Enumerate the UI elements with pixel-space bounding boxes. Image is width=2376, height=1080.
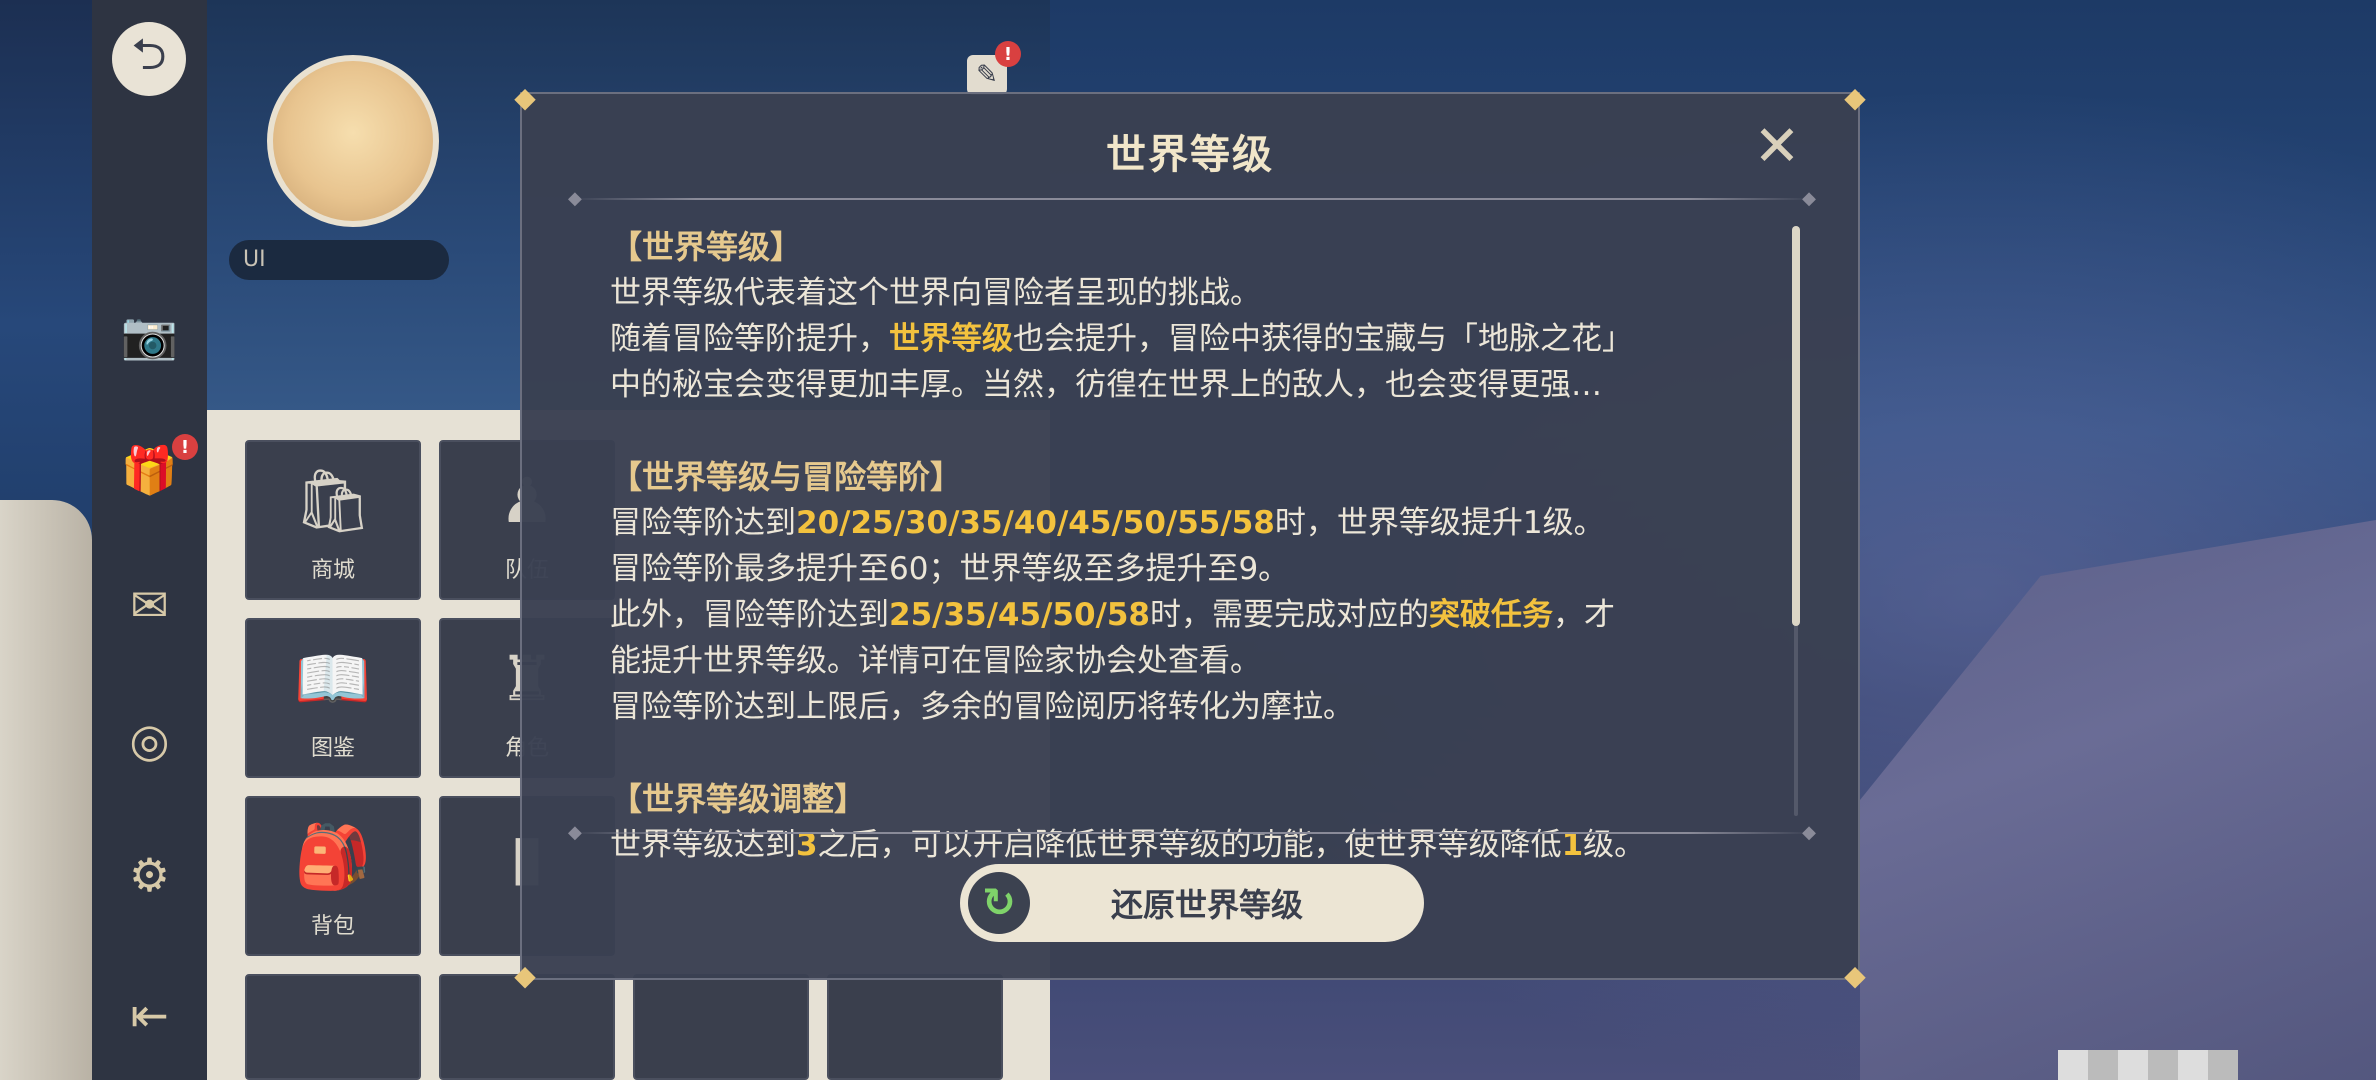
censored-block <box>2058 1050 2238 1080</box>
paragraph-line: 世界等级达到3之后，可以开启降低世界等级的功能，使世界等级降低1级。 <box>610 827 1646 863</box>
divider: ◆ ◆ <box>568 188 1816 209</box>
dialog-title: 世界等级 <box>1106 132 1274 178</box>
gear-icon: ⚙ <box>128 848 171 902</box>
menu-tile-archive[interactable]: 📖 图鉴 <box>245 618 421 778</box>
section-heading: 【世界等级调整】 <box>610 780 867 818</box>
paragraph-line: 冒险等阶最多提升至60；世界等级至多提升至9。 <box>610 551 1290 587</box>
scrollbar-thumb[interactable] <box>1792 226 1800 626</box>
menu-tile-row4-c[interactable] <box>633 974 809 1080</box>
back-icon: ⮌ <box>131 28 167 80</box>
world-level-dialog: ◆ ◆ ◆ ◆ 世界等级 ✕ ◆ ◆ 【世界等级】 世界等级代表着这个世界向冒险者… <box>514 81 1866 992</box>
dialog-content: 【世界等级】 世界等级代表着这个世界向冒险者呈现的挑战。 随着冒险等阶提升，世界… <box>610 224 1750 914</box>
menu-tile-inventory[interactable]: 🎒 背包 <box>245 796 421 956</box>
character-figure <box>0 500 92 1080</box>
backpack-icon: 🎒 <box>294 820 372 893</box>
paragraph-line: 能提升世界等级。详情可在冒险家协会处查看。 <box>610 643 1261 679</box>
highlight-text: 20/25/30/35/40/45/50/55/58 <box>796 505 1275 541</box>
logout-button[interactable]: ⇤ <box>92 975 207 1055</box>
highlight-text: 突破任务 <box>1429 597 1553 633</box>
shopping-bag-icon: 🛍 <box>293 464 373 537</box>
settings-button[interactable]: ⚙ <box>92 835 207 915</box>
section-heading: 【世界等级与冒险等阶】 <box>610 458 963 496</box>
paragraph-line: 中的秘宝会变得更加丰厚。当然，彷徨在世界上的敌人，也会变得更强… <box>610 367 1602 403</box>
corner-ornament-icon: ◆ <box>1844 80 1866 114</box>
paragraph-line: 冒险等阶达到上限后，多余的冒险阅历将转化为摩拉。 <box>610 689 1354 725</box>
compass-icon: ◎ <box>129 713 170 767</box>
close-icon: ✕ <box>1753 114 1801 179</box>
mail-icon: ✉ <box>130 578 169 632</box>
tile-label: 背包 <box>310 914 355 939</box>
corner-ornament-icon: ◆ <box>514 958 536 992</box>
tile-label: 商城 <box>310 558 355 583</box>
tile-label: 图鉴 <box>310 736 355 761</box>
uid-label: UI <box>229 240 449 280</box>
mail-button[interactable]: ✉ <box>92 565 207 645</box>
paragraph-line: 此外，冒险等阶达到25/35/45/50/58时，需要完成对应的突破任务，才 <box>610 597 1615 633</box>
avatar[interactable] <box>267 55 439 227</box>
divider: ◆ ◆ <box>568 822 1816 843</box>
book-icon: 📖 <box>294 642 372 715</box>
side-rail: ⮌ 📷 🎁 ! ✉ ◎ ⚙ ⇤ <box>92 0 207 1080</box>
restore-button-label: 还原世界等级 <box>1110 886 1303 924</box>
highlight-text: 25/35/45/50/58 <box>889 597 1150 633</box>
close-button[interactable]: ✕ <box>1750 119 1804 176</box>
menu-tile-shop[interactable]: 🛍 商城 <box>245 440 421 600</box>
gift-box-icon: 🎁 <box>120 442 179 497</box>
back-button[interactable]: ⮌ <box>112 22 186 96</box>
logout-icon: ⇤ <box>130 988 169 1042</box>
compass-button[interactable]: ◎ <box>92 700 207 780</box>
menu-tile-row4-d[interactable] <box>827 974 1003 1080</box>
highlight-text: 世界等级 <box>889 321 1013 357</box>
section-heading: 【世界等级】 <box>610 228 803 266</box>
notification-badge: ! <box>995 41 1021 67</box>
restore-world-level-button[interactable]: ↻ 还原世界等级 <box>960 864 1424 942</box>
menu-tile-row4-a[interactable] <box>245 974 421 1080</box>
refresh-icon: ↻ <box>968 872 1030 934</box>
camera-icon: 📷 <box>120 307 179 362</box>
paragraph-line: 世界等级代表着这个世界向冒险者呈现的挑战。 <box>610 275 1261 311</box>
notification-badge: ! <box>172 434 198 460</box>
edit-name-button[interactable]: ✎ ! <box>967 41 1021 95</box>
corner-ornament-icon: ◆ <box>1844 958 1866 992</box>
paragraph-line: 冒险等阶达到20/25/30/35/40/45/50/55/58时，世界等级提升… <box>610 505 1605 541</box>
gift-button[interactable]: 🎁 ! <box>92 430 207 510</box>
corner-ornament-icon: ◆ <box>514 80 536 114</box>
camera-button[interactable]: 📷 <box>92 295 207 375</box>
paragraph-line: 随着冒险等阶提升，世界等级也会提升，冒险中获得的宝藏与「地脉之花」 <box>610 321 1633 357</box>
